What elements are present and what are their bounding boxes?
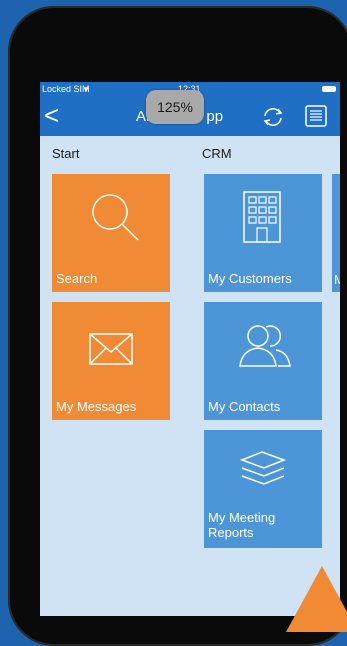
- contacts-tile-label: My Contacts: [208, 399, 281, 414]
- nav-title-tail: pp: [206, 108, 224, 125]
- search-tile-label: Search: [56, 271, 98, 286]
- battery-icon: [322, 86, 336, 92]
- meeting-reports-tile-label: My Meeting Reports: [208, 510, 275, 540]
- contacts-icon: [239, 325, 291, 367]
- refresh-icon[interactable]: [260, 106, 286, 128]
- section-start: Start: [52, 146, 80, 161]
- app-screen: Locked SIM ▾ 12:31 < An pp Start CRM Sea…: [40, 82, 340, 616]
- list-icon[interactable]: [304, 104, 328, 128]
- messages-tile[interactable]: My Messages: [52, 302, 170, 420]
- building-icon: [243, 191, 281, 243]
- meeting-reports-label-line1: My Meeting: [208, 510, 276, 525]
- wifi-icon: ▾: [84, 84, 89, 94]
- carrier-label: Locked SIM: [42, 84, 90, 94]
- envelope-icon: [89, 333, 133, 365]
- search-icon: [92, 194, 139, 241]
- meeting-reports-label-line2: Reports: [208, 525, 254, 540]
- zoom-badge: 125%: [146, 90, 204, 124]
- customers-tile[interactable]: My Customers: [204, 174, 322, 292]
- back-button[interactable]: <: [44, 100, 59, 130]
- search-tile[interactable]: Search: [52, 174, 170, 292]
- layers-icon: [239, 451, 287, 485]
- contacts-tile[interactable]: My Contacts: [204, 302, 322, 420]
- customers-tile-label: My Customers: [208, 271, 292, 286]
- section-crm: CRM: [202, 146, 232, 161]
- meeting-reports-tile[interactable]: My Meeting Reports: [204, 430, 322, 548]
- messages-tile-label: My Messages: [56, 399, 137, 414]
- corner-triangle: [286, 566, 347, 632]
- partial-tile-label: M: [334, 272, 340, 287]
